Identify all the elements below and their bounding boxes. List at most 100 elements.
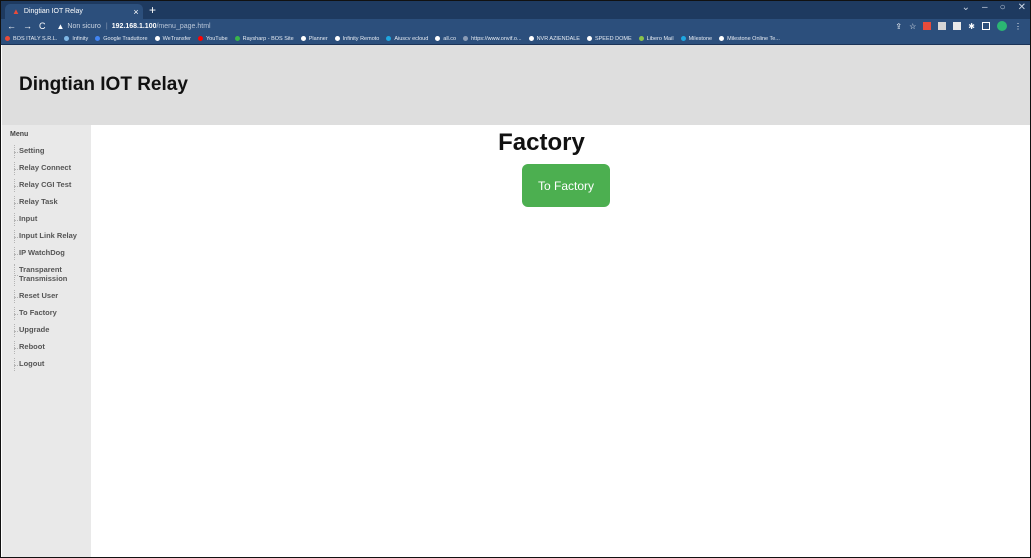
bookmark-item[interactable]: Aiuscv ecloud [386,36,428,42]
bookmark-item[interactable]: Milestone Online Te... [719,36,780,42]
browser-tab[interactable]: ▲ Dingtian IOT Relay × [5,4,143,19]
bookmark-item[interactable]: SPEED DOME [586,35,632,42]
page-title: Dingtian IOT Relay [19,74,188,95]
puzzle-icon[interactable]: ✱ [968,22,975,31]
to-factory-button[interactable]: To Factory [522,164,610,207]
forward-icon[interactable]: → [23,21,32,31]
bookmark-icon [638,36,644,41]
sidebar-item-to-factory[interactable]: To Factory [2,305,91,322]
profile-avatar[interactable] [997,21,1007,31]
bookmark-item[interactable]: Infinity Remoto [334,36,379,42]
reload-icon[interactable]: C [39,21,46,31]
sidebar-item-label: Relay Task [19,197,58,207]
bookmark-icon [154,36,160,41]
sidebar-item-label: Setting [19,146,45,156]
bookmark-icon [5,36,10,41]
new-tab-button[interactable]: + [149,3,156,17]
sidebar-item-relay-cgi-test[interactable]: Relay CGI Test [2,177,91,194]
sidebar-item-logout[interactable]: Logout [2,356,91,373]
section-heading: Factory [498,129,585,156]
bookmark-icon [528,36,534,41]
sidebar-item-relay-task[interactable]: Relay Task [2,194,91,211]
sidebar-item-relay-connect[interactable]: Relay Connect [2,160,91,177]
bookmark-icon [64,36,70,41]
url-separator: | [105,22,108,30]
sidebar-item-ip-watchdog[interactable]: IP WatchDog [2,245,91,262]
bookmark-item[interactable]: NVR AZIENDALE [528,36,580,42]
tab-search-icon[interactable]: ⌄ [962,2,970,13]
bookmark-label: Libero Mail [646,35,674,42]
bookmark-icon [719,36,725,41]
sidebar-item-label: Relay Connect [19,163,72,173]
minimize-icon[interactable]: – [982,2,988,13]
sidebar-item-input[interactable]: Input [2,211,91,228]
bookmark-label: Planner [308,35,328,42]
browser-window: ▲ Dingtian IOT Relay × + ⌄ – ○ ✕ ← → C ▲… [0,0,1031,558]
warning-icon: ▲ [12,7,20,16]
bookmark-label: SPEED DOME [594,35,632,42]
address-bar: ← → C ▲ Non sicuro | 192.168.1.100 /menu… [1,19,1030,33]
sidebar-item-input-link-relay[interactable]: Input Link Relay [2,228,91,245]
sidebar-item-transparent-transmission[interactable]: Transparent Transmission [2,262,91,288]
sidebar-item-reboot[interactable]: Reboot [2,339,91,356]
bookmark-label: Aiuscv ecloud [394,35,429,42]
bookmark-icon [95,36,101,41]
page-header: Dingtian IOT Relay [2,45,1030,125]
url-path: /menu_page.html [156,22,211,30]
back-icon[interactable]: ← [7,21,16,31]
bookmark-item[interactable]: all.co [435,36,456,42]
restore-icon[interactable]: ○ [1000,2,1006,13]
sidepanel-icon[interactable] [982,22,990,30]
bookmark-label: Google Traduttore [103,35,148,42]
bookmark-item[interactable]: WeTransfer [154,35,192,42]
security-label: Non sicuro [67,22,101,30]
bookmark-item[interactable]: https://www.onvif.o... [463,35,522,42]
tab-close-button[interactable]: × [129,7,143,17]
sidebar-item-label: IP WatchDog [19,248,65,258]
bookmark-icon [586,36,592,41]
tab-strip: ▲ Dingtian IOT Relay × + ⌄ – ○ ✕ [1,1,1030,19]
bookmark-label: WeTransfer [162,35,192,42]
url-field[interactable]: ▲ Non sicuro | 192.168.1.100 /menu_page.… [57,22,211,31]
extension-icon[interactable] [953,22,962,30]
bookmark-item[interactable]: Raysharp - BOS Site [234,36,294,42]
main-content: Factory To Factory [91,125,1030,557]
bookmark-label: Milestone [688,35,713,42]
url-host: 192.168.1.100 [111,22,157,30]
sidebar-item-label: Upgrade [19,325,50,335]
sidebar-item-reset-user[interactable]: Reset User [2,288,91,305]
bookmark-item[interactable]: Infinity [64,36,88,42]
extension-icon[interactable] [938,22,947,30]
extension-icon[interactable] [923,22,932,30]
star-icon[interactable]: ☆ [909,22,916,31]
sidebar-item-label: Reset User [19,291,59,301]
bookmark-item[interactable]: Google Traduttore [95,35,148,42]
sidebar-item-label: Relay CGI Test [19,180,72,190]
close-window-icon[interactable]: ✕ [1018,2,1026,13]
tab-title: Dingtian IOT Relay [23,8,83,15]
bookmark-item[interactable]: YouTube [198,36,228,42]
web-page: Dingtian IOT Relay Menu Setting Relay Co… [2,45,1030,557]
bookmark-icon [234,36,240,41]
bookmark-item[interactable]: BOS ITALY S.R.L. [5,36,57,42]
not-secure-icon: ▲ [56,21,65,31]
bookmark-label: BOS ITALY S.R.L. [13,35,58,42]
sidebar-item-label: Reboot [19,342,45,352]
sidebar-item-upgrade[interactable]: Upgrade [2,322,91,339]
bookmark-label: YouTube [206,35,228,42]
share-icon[interactable]: ⇪ [895,22,902,31]
bookmark-label: https://www.onvif.o... [471,35,522,42]
sidebar-item-label: Transparent Transmission [19,265,68,283]
bookmarks-bar: BOS ITALY S.R.L. Infinity Google Traduttor… [1,33,1030,45]
sidebar-item-label: Input [19,214,38,224]
sidebar-item-label: Logout [19,359,45,369]
bookmark-icon [386,36,392,41]
bookmark-item[interactable]: Milestone [680,35,713,42]
bookmark-item[interactable]: Libero Mail [638,35,674,42]
bookmark-label: Infinity [72,35,89,42]
bookmark-label: all.co [443,35,457,42]
bookmark-label: Milestone Online Te... [727,35,780,42]
kebab-menu-icon[interactable]: ⋮ [1014,22,1022,31]
sidebar-menu: Menu Setting Relay Connect Relay CGI Tes… [2,125,91,557]
bookmark-item[interactable]: Planner [300,35,328,42]
